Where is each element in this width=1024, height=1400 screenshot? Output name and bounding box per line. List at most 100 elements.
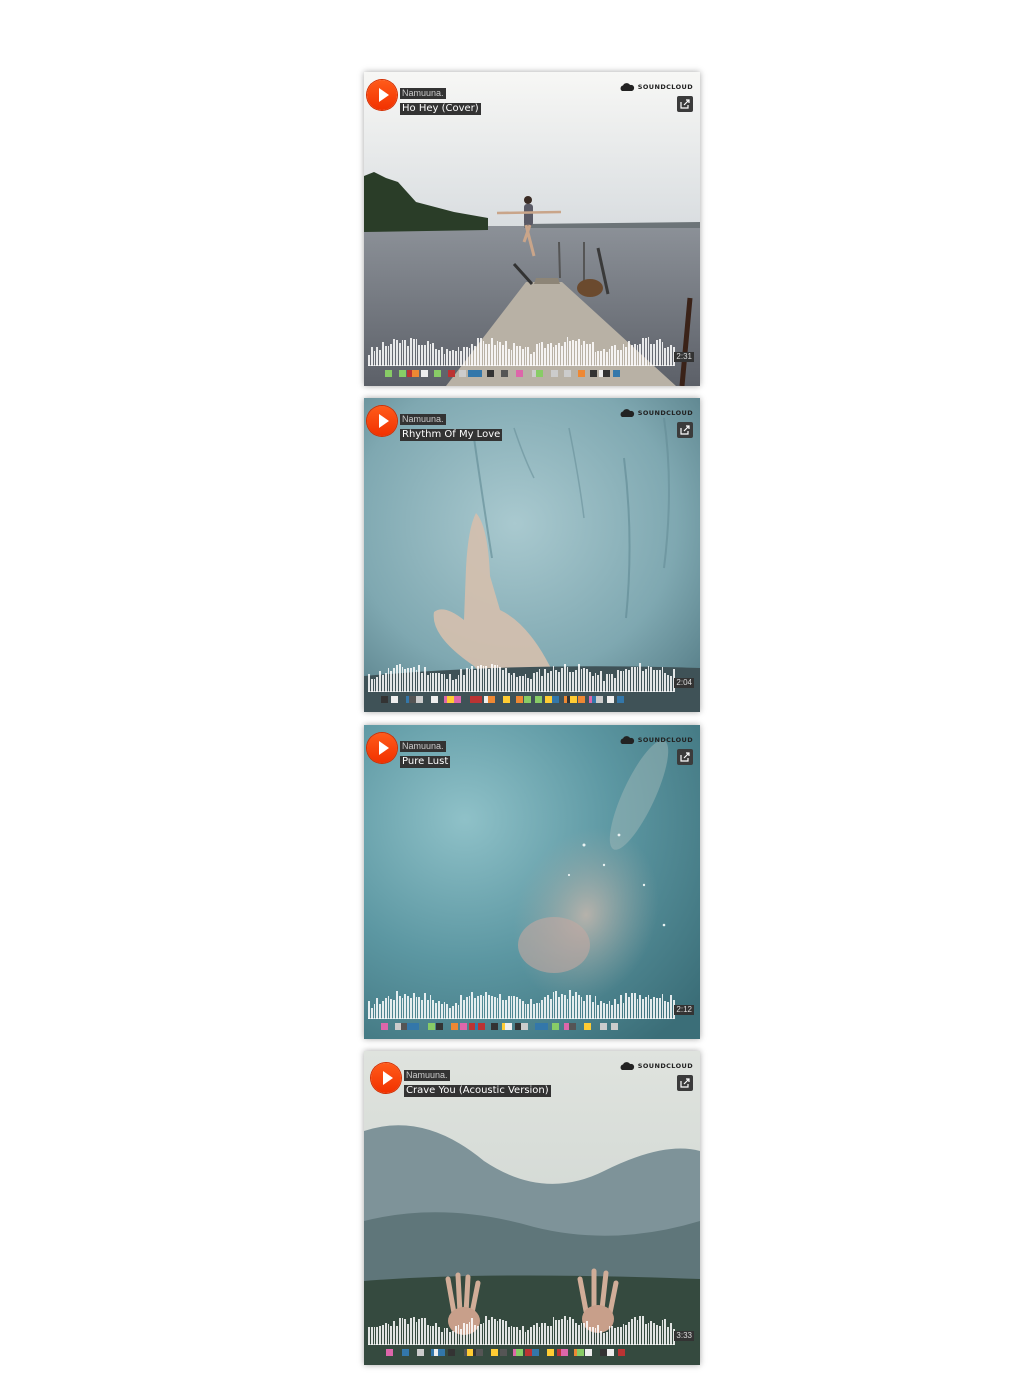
comment-avatar[interactable] bbox=[491, 1349, 498, 1356]
comment-avatar[interactable] bbox=[487, 370, 494, 377]
comment-avatar[interactable] bbox=[603, 370, 610, 377]
waveform[interactable] bbox=[368, 983, 675, 1019]
comment-avatar[interactable] bbox=[436, 1023, 443, 1030]
comment-avatar[interactable] bbox=[460, 1023, 467, 1030]
comment-avatar[interactable] bbox=[428, 1023, 435, 1030]
comment-avatar[interactable] bbox=[584, 1023, 591, 1030]
comment-avatar[interactable] bbox=[491, 1023, 498, 1030]
comment-avatar[interactable] bbox=[532, 1349, 539, 1356]
comment-avatar[interactable] bbox=[454, 696, 461, 703]
comment-avatar[interactable] bbox=[600, 1023, 607, 1030]
comment-avatar[interactable] bbox=[516, 370, 523, 377]
comment-avatar[interactable] bbox=[448, 1349, 455, 1356]
comment-avatar[interactable] bbox=[545, 696, 552, 703]
comment-avatar[interactable] bbox=[524, 696, 531, 703]
comment-avatar[interactable] bbox=[421, 370, 428, 377]
track-title[interactable]: Ho Hey (Cover) bbox=[400, 103, 481, 115]
comment-avatar[interactable] bbox=[561, 1349, 568, 1356]
comment-avatar[interactable] bbox=[578, 696, 585, 703]
comment-avatar[interactable] bbox=[613, 370, 620, 377]
play-button[interactable] bbox=[367, 80, 397, 110]
comment-avatar[interactable] bbox=[468, 370, 475, 377]
comment-avatar[interactable] bbox=[417, 1349, 424, 1356]
comment-avatar[interactable] bbox=[585, 1349, 592, 1356]
comment-avatar[interactable] bbox=[600, 1349, 607, 1356]
comment-avatar[interactable] bbox=[617, 696, 624, 703]
comment-avatar[interactable] bbox=[618, 1349, 625, 1356]
comment-avatar[interactable] bbox=[447, 696, 454, 703]
waveform[interactable] bbox=[368, 330, 675, 366]
comment-avatar[interactable] bbox=[551, 370, 558, 377]
comment-avatar[interactable] bbox=[611, 1023, 618, 1030]
comment-avatar[interactable] bbox=[564, 370, 571, 377]
share-button[interactable] bbox=[677, 749, 693, 765]
soundcloud-logo[interactable]: SOUNDCLOUD bbox=[619, 736, 693, 744]
share-button[interactable] bbox=[677, 1075, 693, 1091]
comment-avatar[interactable] bbox=[459, 370, 466, 377]
comment-avatar[interactable] bbox=[412, 370, 419, 377]
track-title[interactable]: Pure Lust bbox=[400, 756, 451, 768]
comment-avatar[interactable] bbox=[386, 1349, 393, 1356]
play-button[interactable] bbox=[371, 1063, 401, 1093]
waveform[interactable] bbox=[368, 1309, 675, 1345]
artist-name[interactable]: Namuuna. bbox=[400, 741, 446, 752]
soundcloud-logo[interactable]: SOUNDCLOUD bbox=[619, 83, 693, 91]
comment-avatar[interactable] bbox=[516, 696, 523, 703]
play-button[interactable] bbox=[367, 733, 397, 763]
comment-avatar[interactable] bbox=[535, 696, 542, 703]
comment-avatar[interactable] bbox=[475, 696, 482, 703]
comment-avatar[interactable] bbox=[501, 370, 508, 377]
comment-avatar[interactable] bbox=[402, 1349, 409, 1356]
comment-avatar[interactable] bbox=[434, 370, 441, 377]
comment-avatar[interactable] bbox=[516, 1349, 523, 1356]
comment-avatar[interactable] bbox=[416, 696, 423, 703]
waveform-bar bbox=[513, 672, 516, 692]
comment-avatar[interactable] bbox=[412, 1023, 419, 1030]
comment-avatar[interactable] bbox=[503, 696, 510, 703]
comment-avatar[interactable] bbox=[476, 1349, 483, 1356]
comment-avatar[interactable] bbox=[448, 370, 455, 377]
waveform-bar bbox=[457, 1005, 460, 1019]
comment-avatar[interactable] bbox=[552, 1023, 559, 1030]
comment-avatar[interactable] bbox=[391, 696, 398, 703]
comment-avatar[interactable] bbox=[521, 1023, 528, 1030]
comment-avatar[interactable] bbox=[607, 696, 614, 703]
comment-avatar[interactable] bbox=[505, 1023, 512, 1030]
waveform-bar bbox=[457, 347, 460, 366]
soundcloud-logo[interactable]: SOUNDCLOUD bbox=[619, 409, 693, 417]
comment-avatar[interactable] bbox=[381, 696, 388, 703]
track-title[interactable]: Rhythm Of My Love bbox=[400, 429, 503, 441]
waveform[interactable] bbox=[368, 656, 675, 692]
comment-avatar[interactable] bbox=[570, 696, 577, 703]
artist-name[interactable]: Namuuna. bbox=[404, 1070, 450, 1081]
comment-avatar[interactable] bbox=[475, 370, 482, 377]
soundcloud-logo[interactable]: SOUNDCLOUD bbox=[619, 1062, 693, 1070]
artist-name[interactable]: Namuuna. bbox=[400, 414, 446, 425]
artist-name[interactable]: Namuuna. bbox=[400, 88, 446, 99]
comment-avatar[interactable] bbox=[596, 696, 603, 703]
comment-avatar[interactable] bbox=[385, 370, 392, 377]
comment-avatar[interactable] bbox=[569, 1023, 576, 1030]
play-button[interactable] bbox=[367, 406, 397, 436]
comment-avatar[interactable] bbox=[541, 1023, 548, 1030]
share-button[interactable] bbox=[677, 96, 693, 112]
comment-avatar[interactable] bbox=[431, 696, 438, 703]
comment-avatar[interactable] bbox=[409, 696, 416, 703]
comment-avatar[interactable] bbox=[478, 1023, 485, 1030]
comment-avatar[interactable] bbox=[525, 1349, 532, 1356]
comment-avatar[interactable] bbox=[590, 370, 597, 377]
track-title[interactable]: Crave You (Acoustic Version) bbox=[404, 1085, 551, 1097]
comment-avatar[interactable] bbox=[536, 370, 543, 377]
share-button[interactable] bbox=[677, 422, 693, 438]
comment-avatar[interactable] bbox=[547, 1349, 554, 1356]
comment-avatar[interactable] bbox=[552, 696, 559, 703]
comment-avatar[interactable] bbox=[399, 370, 406, 377]
comment-avatar[interactable] bbox=[500, 1349, 507, 1356]
comment-avatar[interactable] bbox=[607, 1349, 614, 1356]
comment-avatar[interactable] bbox=[381, 1023, 388, 1030]
comment-avatar[interactable] bbox=[578, 370, 585, 377]
comment-avatar[interactable] bbox=[451, 1023, 458, 1030]
comment-avatar[interactable] bbox=[577, 1349, 584, 1356]
comment-avatar[interactable] bbox=[488, 696, 495, 703]
comment-avatar[interactable] bbox=[438, 1349, 445, 1356]
